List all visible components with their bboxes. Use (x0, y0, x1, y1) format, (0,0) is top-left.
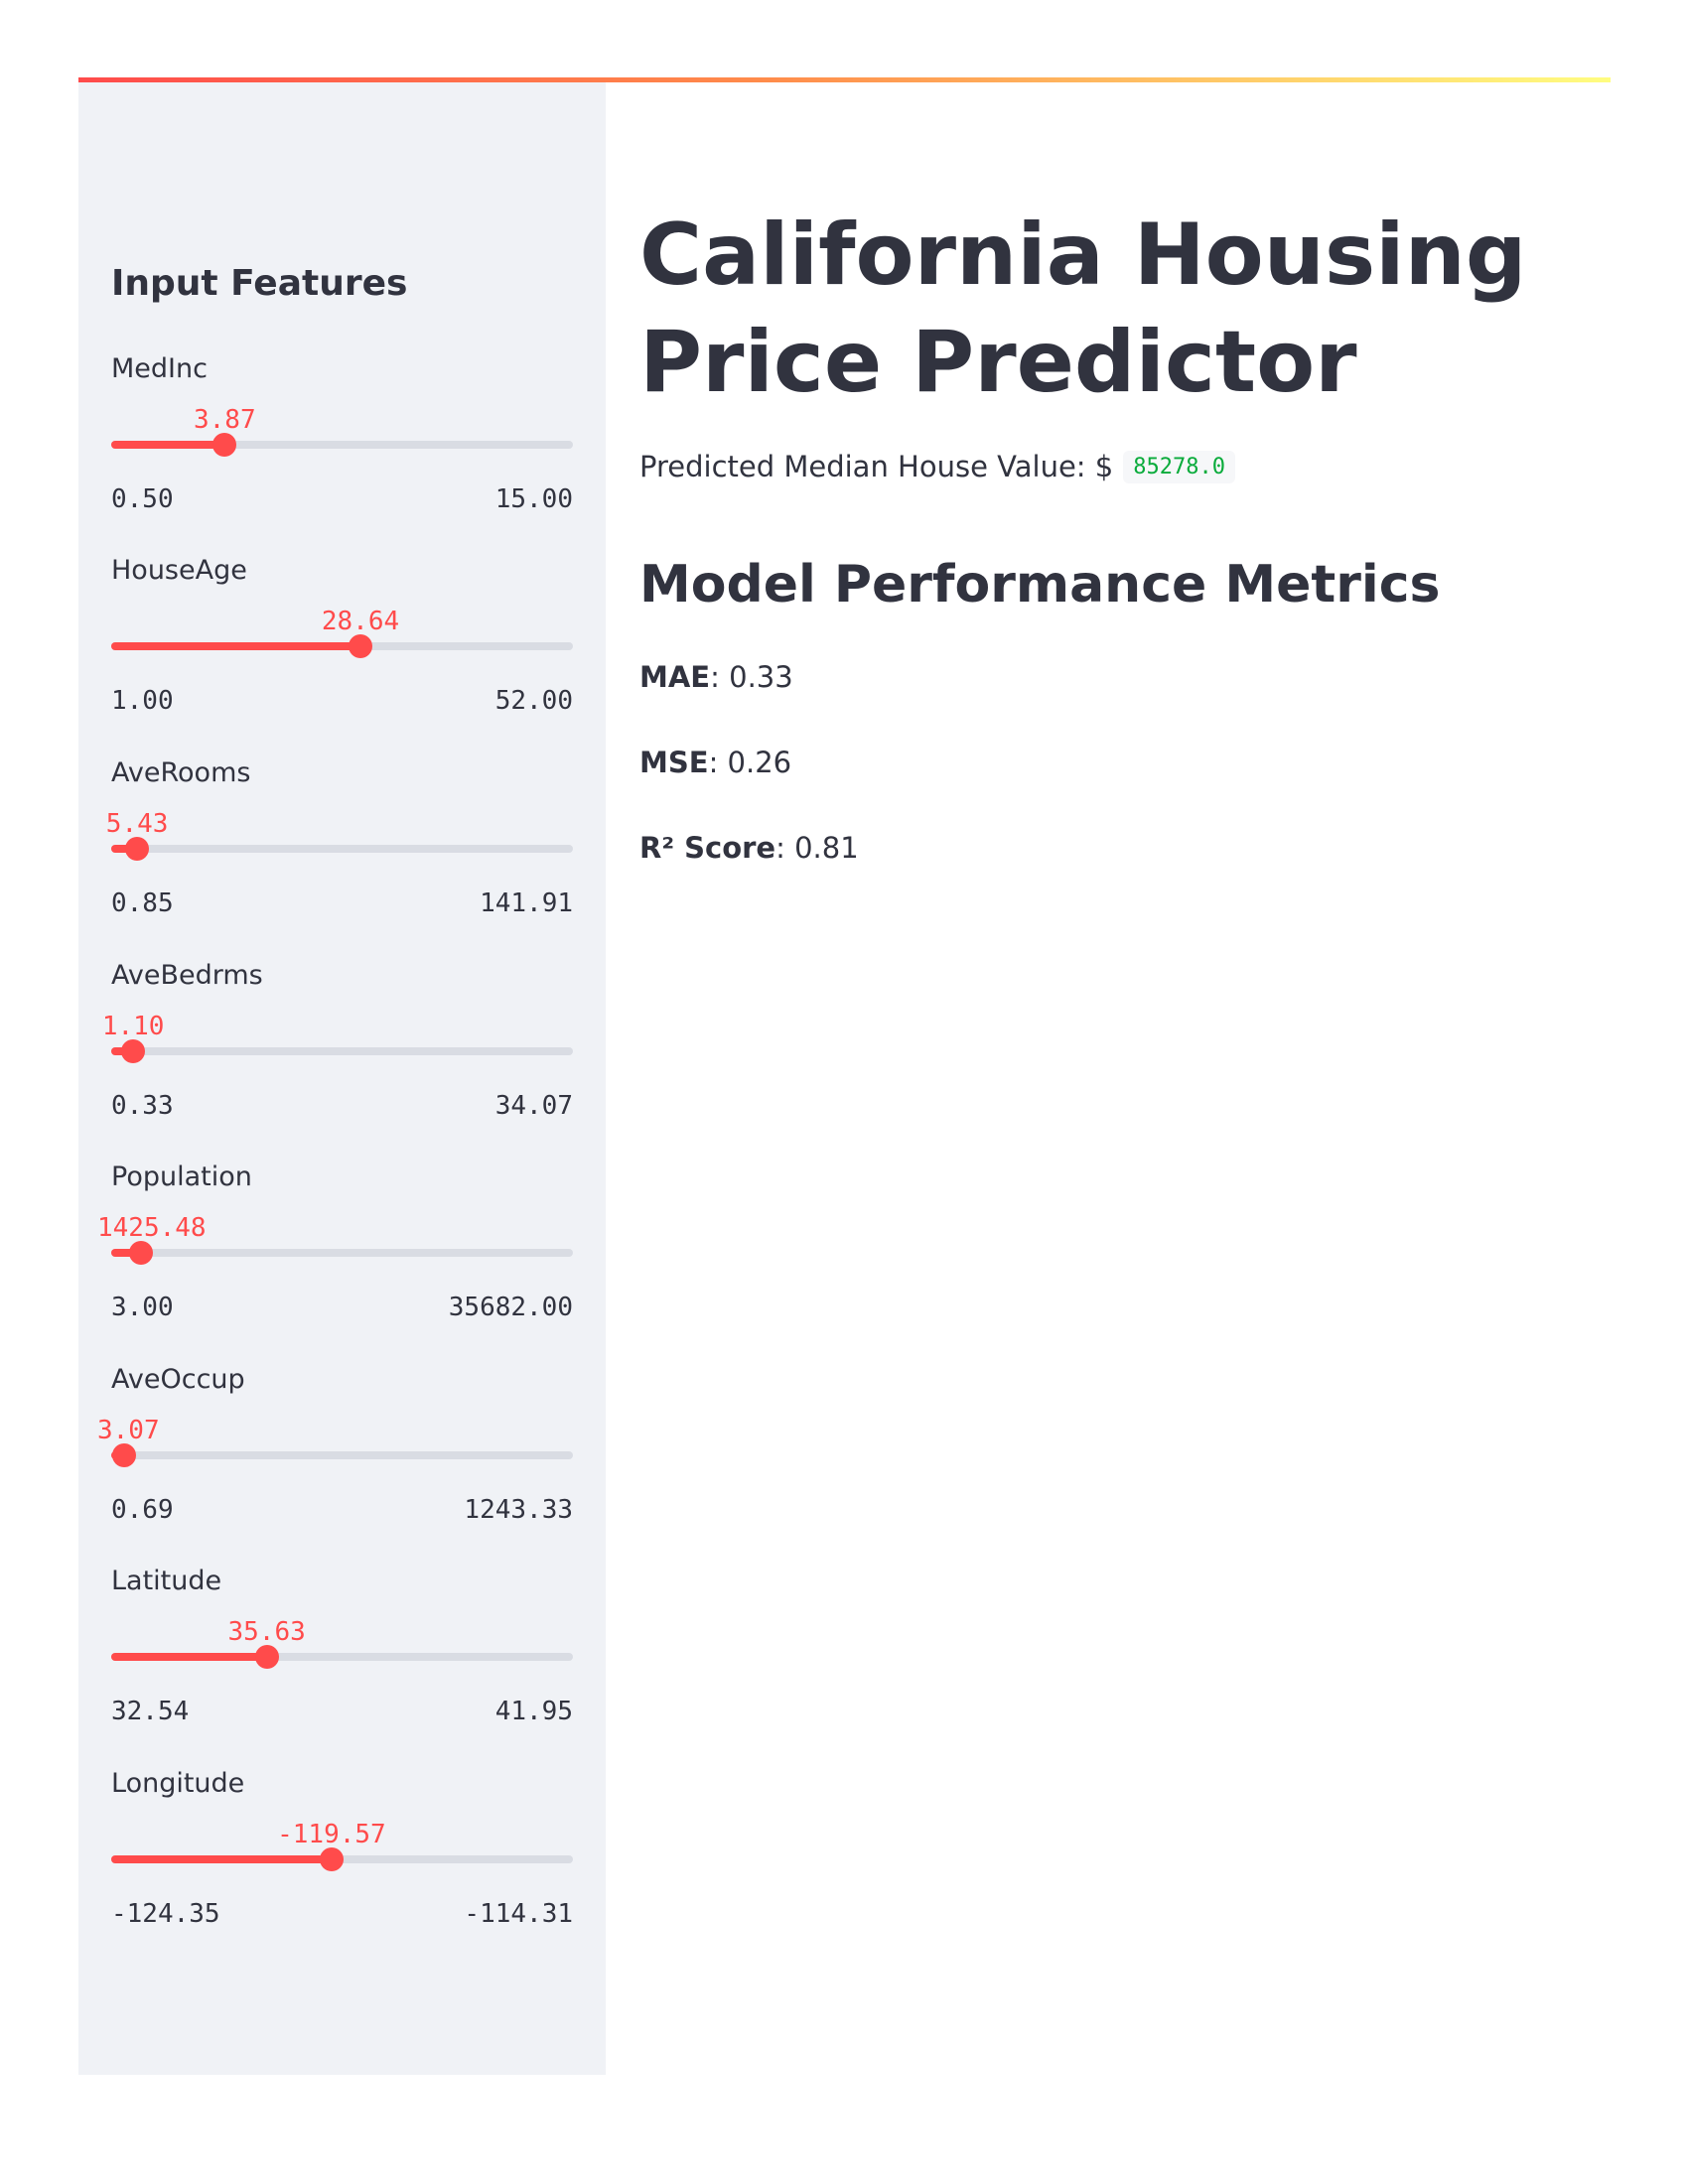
slider-min: 32.54 (111, 1697, 190, 1726)
slider-current-value: 28.64 (321, 607, 400, 636)
page-title-line2: Price Predictor (639, 313, 1357, 413)
page-title: California Housing Price Predictor (639, 202, 1526, 417)
slider-min: 0.50 (111, 484, 174, 514)
slider-thumb[interactable] (111, 1443, 136, 1467)
metric-name: MSE (639, 746, 709, 779)
slider-track[interactable] (111, 845, 573, 853)
slider-longitude[interactable]: Longitude -119.57 -124.35 -114.31 (111, 1768, 573, 1957)
slider-min: 3.00 (111, 1293, 174, 1322)
slider-min: 0.85 (111, 888, 174, 918)
slider-track[interactable] (111, 642, 573, 650)
slider-label: AveBedrms (111, 960, 263, 991)
metric-value: : 0.26 (708, 746, 792, 779)
slider-label: Longitude (111, 1768, 245, 1799)
slider-max: 52.00 (494, 686, 573, 716)
slider-latitude[interactable]: Latitude 35.63 32.54 41.95 (111, 1566, 573, 1754)
slider-fill (111, 642, 361, 650)
slider-current-value: 1425.48 (97, 1213, 207, 1243)
slider-houseage[interactable]: HouseAge 28.64 1.00 52.00 (111, 555, 573, 744)
slider-thumb[interactable] (121, 1039, 146, 1063)
slider-current-value: 3.87 (193, 405, 256, 435)
sidebar-header: Input Features (111, 263, 408, 304)
slider-track[interactable] (111, 1047, 573, 1055)
metric-mse: MSE: 0.26 (639, 746, 791, 779)
slider-current-value: 5.43 (105, 809, 169, 839)
slider-min: 0.69 (111, 1495, 174, 1525)
slider-min: 1.00 (111, 686, 174, 716)
slider-track[interactable] (111, 441, 573, 449)
metric-value: : 0.81 (775, 831, 859, 865)
slider-label: AveOccup (111, 1364, 245, 1395)
slider-track[interactable] (111, 1451, 573, 1459)
slider-medinc[interactable]: MedInc 3.87 0.50 15.00 (111, 353, 573, 542)
slider-thumb[interactable] (128, 1241, 153, 1265)
sidebar: Input Features MedInc 3.87 0.50 15.00 Ho… (78, 82, 606, 2075)
metric-value: : 0.33 (710, 660, 793, 694)
slider-min: -124.35 (111, 1899, 220, 1929)
prediction-label: Predicted Median House Value: $ (639, 450, 1114, 483)
slider-min: 0.33 (111, 1091, 174, 1121)
slider-max: 41.95 (494, 1697, 573, 1726)
slider-label: Population (111, 1161, 252, 1192)
slider-max: -114.31 (464, 1899, 573, 1929)
slider-thumb[interactable] (319, 1847, 344, 1871)
slider-thumb[interactable] (349, 634, 373, 658)
slider-track[interactable] (111, 1249, 573, 1257)
slider-current-value: 35.63 (227, 1617, 306, 1647)
slider-population[interactable]: Population 1425.48 3.00 35682.00 (97, 1161, 573, 1350)
slider-max: 34.07 (494, 1091, 573, 1121)
page-title-line1: California Housing (639, 205, 1527, 305)
slider-label: MedInc (111, 353, 208, 384)
metric-mae: MAE: 0.33 (639, 660, 793, 694)
slider-label: AveRooms (111, 757, 251, 788)
slider-fill (111, 441, 225, 449)
slider-fill (111, 1855, 332, 1863)
slider-track[interactable] (111, 1653, 573, 1661)
slider-aveoccup[interactable]: AveOccup 3.07 0.69 1243.33 (97, 1364, 573, 1553)
slider-current-value: 1.10 (101, 1012, 165, 1041)
metric-name: R² Score (639, 831, 776, 865)
slider-thumb[interactable] (254, 1645, 279, 1669)
slider-thumb[interactable] (212, 433, 237, 457)
metric-name: MAE (639, 660, 711, 694)
slider-current-value: -119.57 (277, 1820, 386, 1849)
slider-avebedrms[interactable]: AveBedrms 1.10 0.33 34.07 (102, 960, 573, 1149)
slider-max: 15.00 (494, 484, 573, 514)
metric-r2: R² Score: 0.81 (639, 831, 859, 865)
slider-label: Latitude (111, 1566, 222, 1596)
slider-max: 141.91 (480, 888, 573, 918)
slider-label: HouseAge (111, 555, 247, 586)
metrics-header: Model Performance Metrics (639, 555, 1441, 614)
slider-current-value: 3.07 (97, 1416, 160, 1445)
slider-thumb[interactable] (125, 837, 150, 861)
slider-max: 1243.33 (464, 1495, 573, 1525)
slider-averooms[interactable]: AveRooms 5.43 0.85 141.91 (106, 757, 573, 946)
slider-fill (111, 1653, 267, 1661)
prediction-value: 85278.0 (1123, 450, 1235, 483)
slider-max: 35682.00 (448, 1293, 573, 1322)
prediction-line: Predicted Median House Value: $ 85278.0 (639, 450, 1235, 483)
